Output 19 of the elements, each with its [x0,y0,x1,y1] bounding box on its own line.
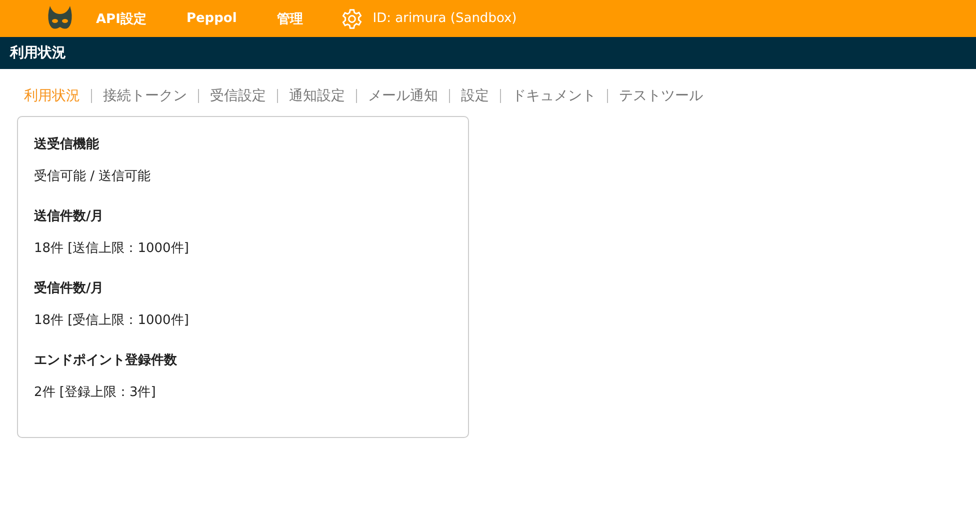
field-value: 18件 [受信上限：1000件] [34,312,190,329]
page-title: 利用状況 [0,37,976,69]
settings-icon[interactable] [340,8,363,30]
field-label: 受信件数/月 [34,280,105,297]
tab[interactable]: 通知設定 [289,87,345,105]
tab[interactable]: ドキュメント [512,87,596,105]
tab[interactable]: 接続トークン [103,87,187,105]
field-value: 受信可能 / 送信可能 [34,168,152,185]
user-id: ID: arimura (Sandbox) [372,11,517,26]
field-value: 2件 [登録上限：3件] [34,384,157,401]
tab[interactable]: メール通知 [368,87,438,105]
tab[interactable]: 受信設定 [210,87,266,105]
field-label: 送受信機能 [34,136,100,153]
tab[interactable]: 設定 [461,87,489,105]
field-label: エンドポイント登録件数 [34,352,178,369]
tab[interactable]: 利用状況 [24,87,80,105]
tab[interactable]: テストツール [619,87,703,105]
field-label: 送信件数/月 [34,208,105,225]
field-value: 18件 [送信上限：1000件] [34,240,190,257]
